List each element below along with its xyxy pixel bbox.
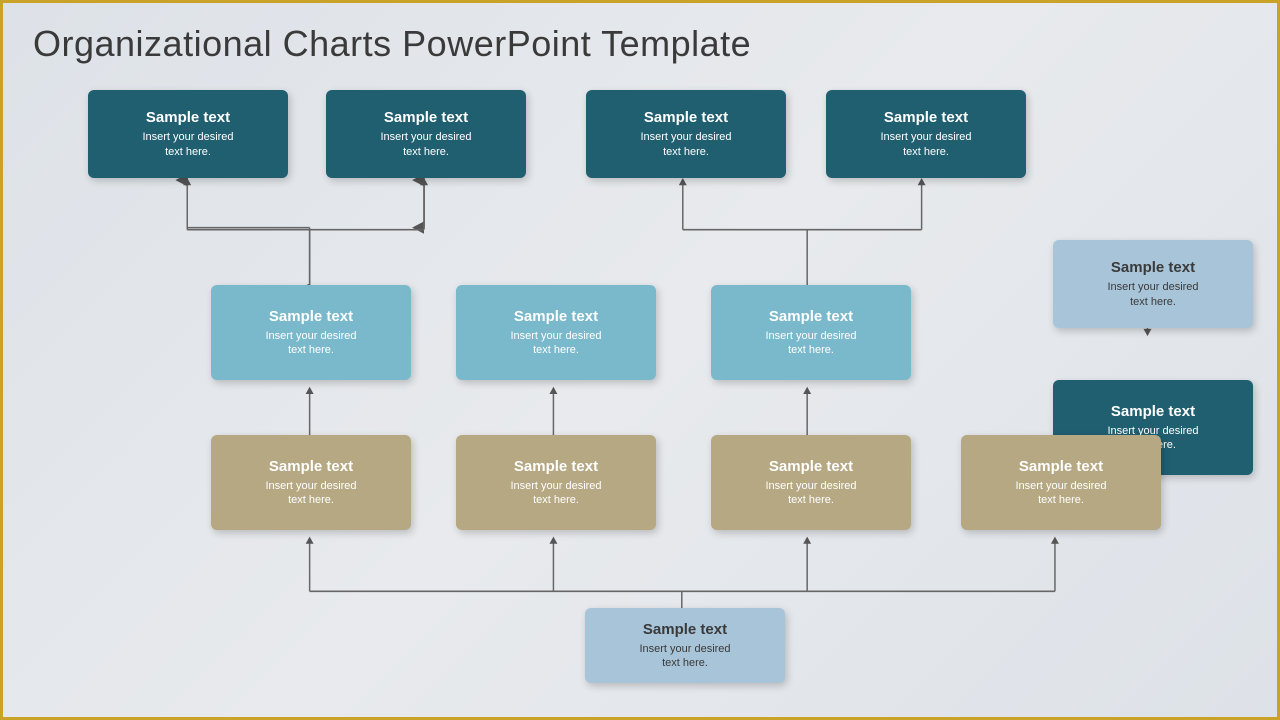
box-r1b2-title: Sample text bbox=[384, 109, 468, 126]
box-r3b2-title: Sample text bbox=[514, 458, 598, 475]
box-r1b4-title: Sample text bbox=[884, 109, 968, 126]
box-r1b1-sub: Insert your desiredtext here. bbox=[142, 130, 233, 159]
box-r2b3-title: Sample text bbox=[769, 308, 853, 325]
box-r3b1-title: Sample text bbox=[269, 458, 353, 475]
box-r1b1-title: Sample text bbox=[146, 109, 230, 126]
box-right-top-title: Sample text bbox=[1111, 259, 1195, 276]
box-r3b2-sub: Insert your desiredtext here. bbox=[510, 479, 601, 508]
box-r1b2-sub: Insert your desiredtext here. bbox=[380, 130, 471, 159]
box-r2b2-sub: Insert your desiredtext here. bbox=[510, 329, 601, 358]
box-r3b4-title: Sample text bbox=[1019, 458, 1103, 475]
box-bottom[interactable]: Sample text Insert your desiredtext here… bbox=[585, 608, 785, 683]
box-r2b1[interactable]: Sample text Insert your desiredtext here… bbox=[211, 285, 411, 380]
page-title: Organizational Charts PowerPoint Templat… bbox=[33, 23, 1247, 65]
slide: Organizational Charts PowerPoint Templat… bbox=[3, 3, 1277, 717]
box-bottom-sub: Insert your desiredtext here. bbox=[639, 642, 730, 671]
box-r2b3-sub: Insert your desiredtext here. bbox=[765, 329, 856, 358]
box-r2b2-title: Sample text bbox=[514, 308, 598, 325]
box-r2b2[interactable]: Sample text Insert your desiredtext here… bbox=[456, 285, 656, 380]
box-r1b3-sub: Insert your desiredtext here. bbox=[640, 130, 731, 159]
box-r1b4-sub: Insert your desiredtext here. bbox=[880, 130, 971, 159]
box-bottom-title: Sample text bbox=[643, 621, 727, 638]
box-r1b1[interactable]: Sample text Insert your desiredtext here… bbox=[88, 90, 288, 178]
box-r1b3[interactable]: Sample text Insert your desiredtext here… bbox=[586, 90, 786, 178]
box-r1b4[interactable]: Sample text Insert your desiredtext here… bbox=[826, 90, 1026, 178]
box-r3b1-sub: Insert your desiredtext here. bbox=[265, 479, 356, 508]
box-r2b3[interactable]: Sample text Insert your desiredtext here… bbox=[711, 285, 911, 380]
box-r3b3[interactable]: Sample text Insert your desiredtext here… bbox=[711, 435, 911, 530]
box-r1b2[interactable]: Sample text Insert your desiredtext here… bbox=[326, 90, 526, 178]
box-right-top[interactable]: Sample text Insert your desiredtext here… bbox=[1053, 240, 1253, 328]
box-right-mid-title: Sample text bbox=[1111, 403, 1195, 420]
box-r3b3-sub: Insert your desiredtext here. bbox=[765, 479, 856, 508]
box-r3b3-title: Sample text bbox=[769, 458, 853, 475]
box-r3b2[interactable]: Sample text Insert your desiredtext here… bbox=[456, 435, 656, 530]
box-r2b1-sub: Insert your desiredtext here. bbox=[265, 329, 356, 358]
box-r2b1-title: Sample text bbox=[269, 308, 353, 325]
box-right-top-sub: Insert your desiredtext here. bbox=[1107, 280, 1198, 309]
box-r3b4[interactable]: Sample text Insert your desiredtext here… bbox=[961, 435, 1161, 530]
box-r1b3-title: Sample text bbox=[644, 109, 728, 126]
box-r3b4-sub: Insert your desiredtext here. bbox=[1015, 479, 1106, 508]
chart-area: Sample text Insert your desiredtext here… bbox=[33, 85, 1247, 705]
box-r3b1[interactable]: Sample text Insert your desiredtext here… bbox=[211, 435, 411, 530]
